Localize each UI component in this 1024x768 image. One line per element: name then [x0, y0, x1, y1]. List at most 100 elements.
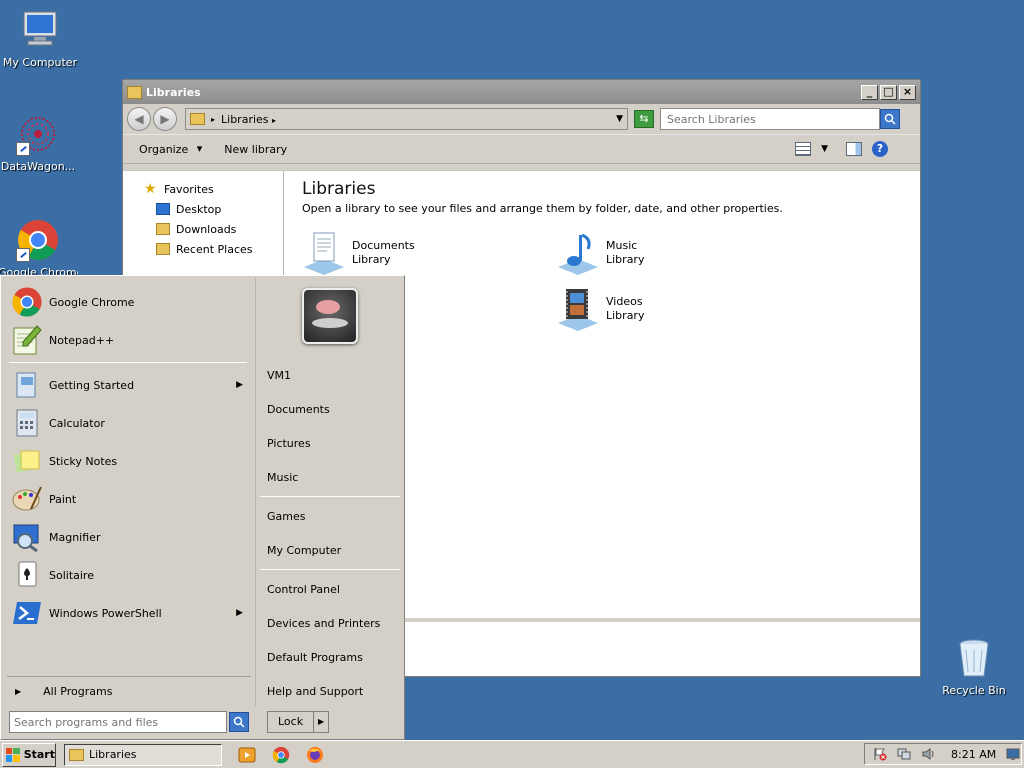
sticky-notes-icon — [11, 445, 43, 477]
recycle-bin-icon — [952, 636, 996, 680]
getting-started-icon — [11, 369, 43, 401]
firefox-icon[interactable] — [306, 746, 324, 764]
start-right-vm1[interactable]: VM1 — [256, 358, 404, 392]
desktop-icon-my-computer[interactable]: My Computer — [0, 8, 80, 69]
back-button[interactable]: ◀ — [127, 107, 151, 131]
nav-item-label: Recent Places — [176, 242, 253, 256]
nav-item-label: Downloads — [176, 222, 237, 236]
nav-favorites[interactable]: ★ Favorites — [123, 179, 283, 199]
music-library-icon — [554, 231, 602, 275]
start-item-label: Windows PowerShell — [49, 606, 162, 620]
nav-item-label: Desktop — [176, 202, 222, 216]
start-right-help-and-support[interactable]: Help and Support — [256, 674, 404, 708]
search-libraries-input[interactable] — [667, 112, 879, 126]
taskbar-item-label: Libraries — [89, 748, 137, 761]
folder-icon — [69, 748, 84, 761]
address-row: ◀ ▶ ▸ Libraries ▸ ▼ ⇆ — [123, 104, 920, 134]
start-right-default-programs[interactable]: Default Programs — [256, 640, 404, 674]
lock-button[interactable]: Lock ▶ — [267, 711, 330, 733]
organize-button[interactable]: Organize — [139, 142, 203, 156]
library-videos[interactable]: Videos Library — [554, 287, 644, 331]
start-menu-places: VM1 Documents Pictures Music Games My Co… — [255, 278, 404, 706]
start-button[interactable]: Start — [2, 742, 56, 767]
page-title: Libraries — [302, 179, 376, 199]
start-right-music[interactable]: Music — [256, 460, 404, 494]
forward-button[interactable]: ▶ — [153, 107, 177, 131]
library-music[interactable]: Music Library — [554, 231, 644, 275]
view-dropdown-icon[interactable]: ▼ — [821, 144, 828, 154]
start-item-solitaire[interactable]: Solitaire — [3, 556, 253, 594]
start-item-calculator[interactable]: Calculator — [3, 404, 253, 442]
nav-item-desktop[interactable]: Desktop — [123, 199, 283, 219]
maximize-button[interactable]: □ — [880, 84, 897, 100]
libraries-folder-icon — [190, 113, 205, 125]
library-name: Videos — [606, 295, 643, 308]
volume-icon[interactable] — [921, 747, 935, 761]
new-library-button[interactable]: New library — [224, 143, 287, 156]
address-dropdown-icon[interactable]: ▼ — [616, 114, 623, 124]
folder-icon — [127, 85, 142, 99]
breadcrumb-arrow-icon[interactable]: ▸ — [211, 115, 215, 124]
submenu-arrow-icon: ▶ — [236, 608, 243, 618]
nav-item-recent-places[interactable]: Recent Places — [123, 239, 283, 259]
search-button[interactable] — [880, 109, 900, 129]
start-menu-divider — [260, 496, 400, 497]
start-menu-programs: Google Chrome Notepad++ Getting Started … — [3, 278, 253, 706]
breadcrumb[interactable]: Libraries ▸ — [221, 113, 616, 126]
lock-options-arrow-icon[interactable]: ▶ — [314, 712, 328, 732]
show-desktop-icon[interactable] — [1006, 747, 1020, 761]
start-search-button[interactable] — [229, 712, 249, 732]
start-item-sticky-notes[interactable]: Sticky Notes — [3, 442, 253, 480]
magnifier-icon — [11, 521, 43, 553]
start-right-devices-and-printers[interactable]: Devices and Printers — [256, 606, 404, 640]
library-documents[interactable]: Documents Library — [300, 231, 415, 275]
taskbar-item-libraries[interactable]: Libraries — [64, 743, 222, 766]
datawagon-icon — [16, 112, 60, 156]
start-item-getting-started[interactable]: Getting Started ▶ — [3, 366, 253, 404]
change-view-icon[interactable] — [795, 142, 812, 156]
all-programs-button[interactable]: ▶ All Programs — [7, 676, 251, 706]
start-right-documents[interactable]: Documents — [256, 392, 404, 426]
media-player-icon[interactable] — [238, 746, 256, 764]
refresh-button[interactable]: ⇆ — [634, 110, 654, 128]
desktop-icon-google-chrome[interactable]: Google Chrome — [0, 218, 78, 276]
shortcut-arrow-icon — [16, 142, 30, 156]
desktop-icon-recycle-bin[interactable]: Recycle Bin — [934, 636, 1014, 697]
close-button[interactable]: × — [899, 84, 916, 100]
start-right-control-panel[interactable]: Control Panel — [256, 572, 404, 606]
nav-item-downloads[interactable]: Downloads — [123, 219, 283, 239]
start-menu: Google Chrome Notepad++ Getting Started … — [0, 275, 405, 740]
downloads-icon — [156, 223, 170, 235]
start-menu-bottom-bar: Lock ▶ — [3, 707, 402, 737]
desktop-icon-datawagon[interactable]: DataWagon... — [0, 112, 78, 173]
action-center-flag-icon[interactable] — [873, 747, 887, 761]
search-icon — [884, 113, 896, 125]
address-bar[interactable]: ▸ Libraries ▸ ▼ — [185, 108, 628, 130]
minimize-button[interactable]: _ — [861, 84, 878, 100]
window-titlebar[interactable]: Libraries _ □ × — [123, 80, 920, 104]
preview-pane-icon[interactable] — [846, 142, 862, 156]
taskbar: Start Libraries 8:21 AM — [0, 740, 1024, 768]
start-item-notepadpp[interactable]: Notepad++ — [3, 321, 253, 359]
submenu-arrow-icon: ▶ — [236, 380, 243, 390]
start-item-paint[interactable]: Paint — [3, 480, 253, 518]
chrome-icon — [11, 286, 43, 318]
start-right-pictures[interactable]: Pictures — [256, 426, 404, 460]
system-clock[interactable]: 8:21 AM — [951, 748, 996, 761]
user-avatar[interactable] — [302, 288, 358, 344]
chrome-icon[interactable] — [272, 746, 290, 764]
start-search-field[interactable] — [9, 711, 227, 733]
start-item-google-chrome[interactable]: Google Chrome — [3, 283, 253, 321]
start-item-label: Magnifier — [49, 530, 101, 544]
start-right-my-computer[interactable]: My Computer — [256, 533, 404, 567]
start-search-input[interactable] — [14, 715, 226, 729]
help-icon[interactable]: ? — [872, 141, 888, 157]
start-item-windows-powershell[interactable]: Windows PowerShell ▶ — [3, 594, 253, 632]
start-item-label: Sticky Notes — [49, 454, 118, 468]
notepadpp-icon — [11, 324, 43, 356]
search-libraries-field[interactable] — [660, 108, 880, 130]
start-item-magnifier[interactable]: Magnifier — [3, 518, 253, 556]
start-right-games[interactable]: Games — [256, 499, 404, 533]
search-icon — [233, 716, 245, 728]
network-icon[interactable] — [897, 747, 911, 761]
